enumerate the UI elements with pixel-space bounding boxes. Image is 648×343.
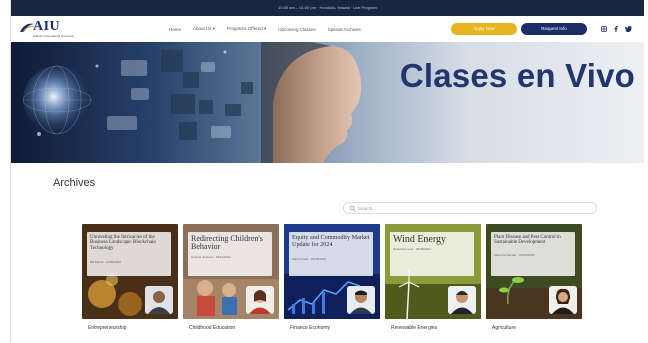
card-title-panel: Wind Energy Robertson Luis · 02/28/2024 (390, 232, 474, 276)
main-menu: Home About Us ▾ Programs Offered ▾ Upcom… (169, 16, 361, 42)
aiu-logo[interactable]: AIU Atlantic International University (19, 19, 75, 39)
avatar-icon (347, 286, 375, 314)
menu-item-upcoming[interactable]: Upcoming Classes (278, 27, 316, 32)
archive-card-childhood-education[interactable]: Redirecting Children's Behavior Cristina… (183, 224, 279, 343)
card-meta: Maria Fernandez · 02/29/2024 (494, 253, 535, 257)
menu-item-archives[interactable]: Special Archives (328, 27, 361, 32)
speaker-avatar (246, 286, 274, 314)
card-title: Plant Disease and Pest Control in Sustai… (494, 235, 561, 246)
card-thumbnail: Unraveling the Intricacies of the Busine… (82, 224, 178, 319)
card-category: Finance Economy (290, 325, 331, 331)
card-title: Unraveling the Intricacies of the Busine… (90, 235, 156, 251)
top-info-bar: 10:00 am – 01:00 pm · Honolulu, Hawaii ·… (11, 0, 644, 16)
card-thumbnail: Equity and Commodity Market Update for 2… (284, 224, 380, 319)
speaker-avatar (549, 286, 577, 314)
archive-card-agriculture[interactable]: Plant Disease and Pest Control in Sustai… (486, 224, 582, 343)
archives-heading: Archives (53, 177, 96, 189)
avatar-icon (448, 286, 476, 314)
card-title: Wind Energy (393, 234, 447, 245)
card-category: Renewable Energies (391, 325, 438, 331)
archive-cards: Unraveling the Intricacies of the Busine… (82, 224, 602, 343)
card-category: Entrepreneurship (88, 325, 127, 331)
card-title: Equity and Commodity Market Update for 2… (292, 234, 370, 248)
menu-item-about[interactable]: About Us ▾ (193, 26, 215, 32)
request-info-button[interactable]: Request Info (521, 23, 587, 35)
card-meta: Cristina Jiménez · 03/14/2024 (191, 255, 231, 259)
card-thumbnail: Wind Energy Robertson Luis · 02/28/2024 (385, 224, 481, 319)
card-title-panel: Unraveling the Intricacies of the Busine… (87, 232, 171, 276)
top-info-text: 10:00 am – 01:00 pm · Honolulu, Hawaii ·… (278, 5, 377, 10)
speaker-avatar (145, 286, 173, 314)
archive-card-renewable-energies[interactable]: Wind Energy Robertson Luis · 02/28/2024 … (385, 224, 481, 343)
avatar-icon (246, 286, 274, 314)
page-left-edge (0, 0, 11, 343)
avatar-icon (145, 286, 173, 314)
hero-banner: Clases en Vivo (11, 42, 644, 163)
logo-subtitle: Atlantic International University (33, 34, 75, 38)
facebook-icon[interactable] (614, 26, 618, 32)
card-thumbnail: Redirecting Children's Behavior Cristina… (183, 224, 279, 319)
card-meta: Robertson Luis · 02/28/2024 (393, 247, 431, 251)
logo-text: AIU (33, 19, 61, 34)
card-title-panel: Plant Disease and Pest Control in Sustai… (491, 232, 575, 276)
social-links (601, 23, 632, 32)
card-thumbnail: Plant Disease and Pest Control in Sustai… (486, 224, 582, 319)
hero-title: Clases en Vivo (399, 57, 635, 94)
card-category: Agriculture (492, 325, 516, 331)
instagram-icon[interactable] (601, 26, 607, 32)
avatar-icon (549, 286, 577, 314)
apply-now-button[interactable]: Apply Now (451, 23, 517, 35)
card-category: Childhood Education (189, 325, 236, 331)
search-placeholder: Search... (358, 206, 377, 211)
archive-card-entrepreneurship[interactable]: Unraveling the Intricacies of the Busine… (82, 224, 178, 343)
card-title-panel: Redirecting Children's Behavior Cristina… (188, 232, 272, 276)
twitter-icon[interactable] (625, 26, 632, 32)
card-meta: Mario Prado · 02/28/2024 (292, 257, 327, 261)
archive-card-finance-economy[interactable]: Equity and Commodity Market Update for 2… (284, 224, 380, 343)
menu-item-home[interactable]: Home (169, 27, 181, 32)
menu-item-programs[interactable]: Programs Offered ▾ (227, 26, 266, 32)
speaker-avatar (448, 286, 476, 314)
archives-search-input[interactable]: Search... (343, 202, 597, 214)
main-navbar: AIU Atlantic International University Ho… (11, 16, 644, 42)
card-title: Redirecting Children's Behavior (191, 234, 263, 252)
card-meta: Bill Farrell · 11/30/2023 (90, 260, 121, 264)
search-icon (349, 205, 356, 212)
card-title-panel: Equity and Commodity Market Update for 2… (289, 232, 373, 276)
speaker-avatar (347, 286, 375, 314)
page-right-edge (644, 0, 648, 343)
